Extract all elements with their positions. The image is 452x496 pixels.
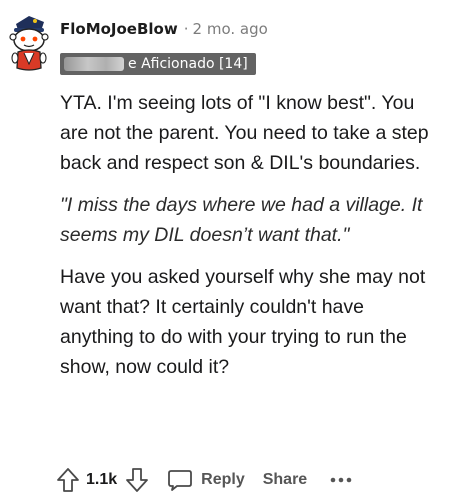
upvote-button[interactable] <box>56 467 80 493</box>
user-flair: e Aficionado [14] <box>60 53 256 75</box>
speech-bubble-icon <box>168 470 193 491</box>
downvote-button[interactable] <box>125 467 149 493</box>
downvote-arrow-icon <box>126 468 149 492</box>
more-options-button[interactable] <box>329 476 353 484</box>
comment-paragraph: YTA. I'm seeing lots of "I know best". Y… <box>60 92 429 174</box>
vote-count: 1.1k <box>86 471 118 488</box>
flair-text: e Aficionado [14] <box>128 56 248 72</box>
reply-button[interactable]: Reply <box>167 468 245 492</box>
redacted-flair-text <box>64 57 124 71</box>
meta-separator: · <box>183 20 189 38</box>
reply-label: Reply <box>201 471 245 488</box>
snoo-avatar-icon <box>9 16 49 71</box>
comment-action-bar: 1.1k Reply Share <box>56 464 353 496</box>
comment-body: YTA. I'm seeing lots of "I know best". Y… <box>60 88 440 382</box>
ellipsis-icon <box>330 477 352 483</box>
timestamp[interactable]: 2 mo. ago <box>193 20 268 38</box>
comment: FloMoJoeBlow · 2 mo. ago e Aficionado [1… <box>0 0 452 496</box>
comment-quote: "I miss the days where we had a village.… <box>60 194 423 246</box>
upvote-arrow-icon <box>57 468 79 492</box>
comment-header: FloMoJoeBlow · 2 mo. ago <box>60 20 268 38</box>
username-link[interactable]: FloMoJoeBlow <box>60 20 178 38</box>
comment-paragraph: Have you asked yourself why she may not … <box>60 266 426 378</box>
avatar[interactable] <box>6 12 52 74</box>
share-button[interactable]: Share <box>263 471 307 489</box>
